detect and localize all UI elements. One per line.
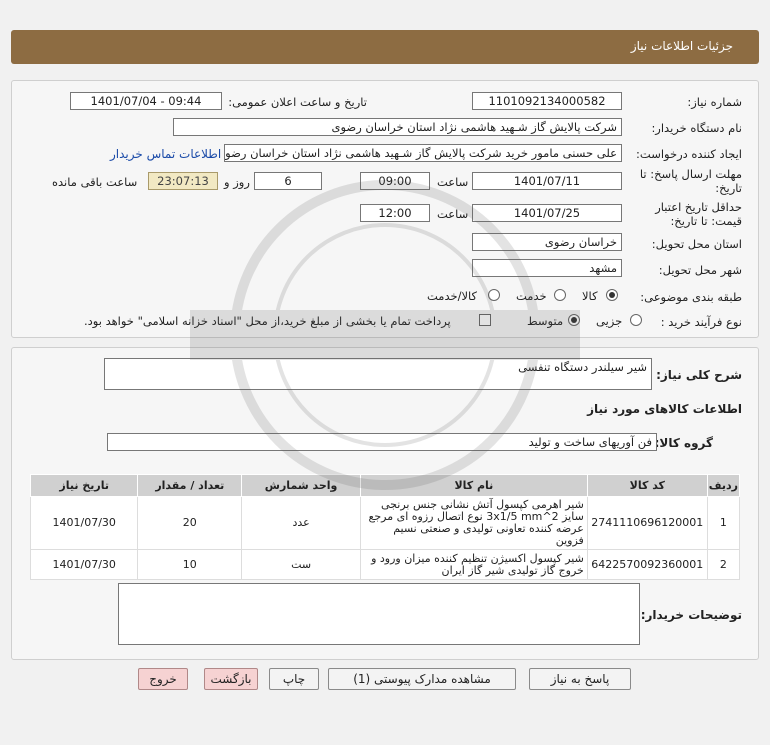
announce-label: تاریخ و ساعت اعلان عمومی: [228,95,367,109]
item-unit: ست [241,549,361,580]
process-medium-label: متوسط [527,314,564,328]
remaining-label: ساعت باقی مانده [52,175,138,189]
col-qty: تعداد / مقدار [137,474,243,497]
process-minor-radio[interactable] [630,314,642,326]
page-title: جزئیات اطلاعات نیاز [630,39,733,53]
item-name: شیر اهرمی کپسول آتش نشانی جنس برنجی سایز… [359,496,588,550]
treasury-payment-note: پرداخت تمام یا بخشی از مبلغ خرید،از محل … [84,314,451,328]
validity-date-field[interactable]: 1401/07/25 [472,204,622,222]
days-label: روز و [224,175,250,189]
page-header: جزئیات اطلاعات نیاز [11,30,759,64]
announce-field[interactable]: 1401/07/04 - 09:44 [70,92,222,110]
requester-field[interactable]: علی حسنی مامور خرید شرکت پالایش گاز شـهی… [224,144,622,162]
buyer-notes-label: توضیحات خریدار: [640,608,742,622]
item-date: 1401/07/30 [29,549,139,580]
summary-field[interactable]: شیر سیلندر دستگاه تنفسی [104,358,652,390]
item-qty: 10 [137,549,243,580]
buyer-org-label: نام دستگاه خریدار: [651,121,742,135]
reply-deadline-label-2: تاریخ: [715,181,742,195]
item-code: 2741110696120001 [586,496,708,550]
goods-table: ردیف کد کالا نام کالا واحد شمارش تعداد /… [29,474,741,580]
province-label: استان محل تحویل: [651,237,742,251]
item-qty: 20 [137,496,243,550]
province-field[interactable]: خراسان رضوی [472,233,622,251]
col-name: نام کالا [359,474,588,497]
requester-label: ایجاد کننده درخواست: [636,147,742,161]
buyer-org-field[interactable]: شرکت پالایش گاز شـهید هاشمی نژاد استان خ… [173,118,622,136]
treasury-payment-checkbox[interactable] [479,314,491,326]
days-field[interactable]: 6 [254,172,322,190]
need-number-label: شماره نیاز: [687,95,742,109]
reply-time-label: ساعت [437,175,469,189]
item-unit: عدد [241,496,361,550]
reply-date-field[interactable]: 1401/07/11 [472,172,622,190]
goods-table-header: ردیف کد کالا نام کالا واحد شمارش تعداد /… [29,474,741,497]
city-field[interactable]: مشهد [472,259,622,277]
category-goods-label: کالا [582,289,598,303]
table-row: 2 6422570092360001 شیر کپسول اکسیژن تنظی… [29,549,741,580]
process-medium-radio[interactable] [568,314,580,326]
row-number: 2 [706,549,741,580]
reply-button[interactable]: پاسخ به نیاز [529,668,631,690]
category-service-label: خدمت [516,289,547,303]
table-row: 1 2741110696120001 شیر اهرمی کپسول آتش ن… [29,496,741,550]
goods-group-label: گروه کالا: [654,436,713,450]
goods-info-title: اطلاعات کالاهای مورد نیاز [587,402,742,416]
print-button[interactable]: چاپ [269,668,319,690]
summary-label: شرح کلی نیاز: [656,368,742,382]
need-number-field[interactable]: 1101092134000582 [472,92,622,110]
exit-button[interactable]: خروج [138,668,188,690]
goods-group-field[interactable]: فن آوریهای ساخت و تولید [107,433,657,451]
validity-label-2: قیمت: تا تاریخ: [670,214,742,228]
category-goods-service-radio[interactable] [488,289,500,301]
col-code: کد کالا [586,474,708,497]
back-button[interactable]: بازگشت [204,668,258,690]
col-date: تاریخ نیاز [29,474,139,497]
validity-time-field[interactable]: 12:00 [360,204,430,222]
col-unit: واحد شمارش [241,474,361,497]
category-label: طبقه بندی موضوعی: [640,290,742,304]
view-attachments-button[interactable]: مشاهده مدارک پیوستی (1) [328,668,516,690]
category-goods-radio[interactable] [606,289,618,301]
reply-time-field[interactable]: 09:00 [360,172,430,190]
city-label: شهر محل تحویل: [658,263,742,277]
item-date: 1401/07/30 [29,496,139,550]
buyer-notes-field[interactable] [118,583,640,645]
validity-label: حداقل تاریخ اعتبار [655,200,742,214]
process-minor-label: جزیی [596,314,623,328]
category-goods-service-label: کالا/خدمت [427,289,478,303]
category-service-radio[interactable] [554,289,566,301]
row-number: 1 [706,496,741,550]
contact-buyer-link[interactable]: اطلاعات تماس خریدار [110,147,221,161]
item-code: 6422570092360001 [586,549,708,580]
col-row: ردیف [706,474,741,497]
remaining-time-field: 23:07:13 [148,172,218,190]
item-name: شیر کپسول اکسیژن تنظیم کننده میزان ورود … [359,549,588,580]
reply-deadline-label: مهلت ارسال پاسخ: تا [639,167,742,181]
process-label: نوع فرآیند خرید : [660,315,742,329]
validity-time-label: ساعت [437,207,469,221]
